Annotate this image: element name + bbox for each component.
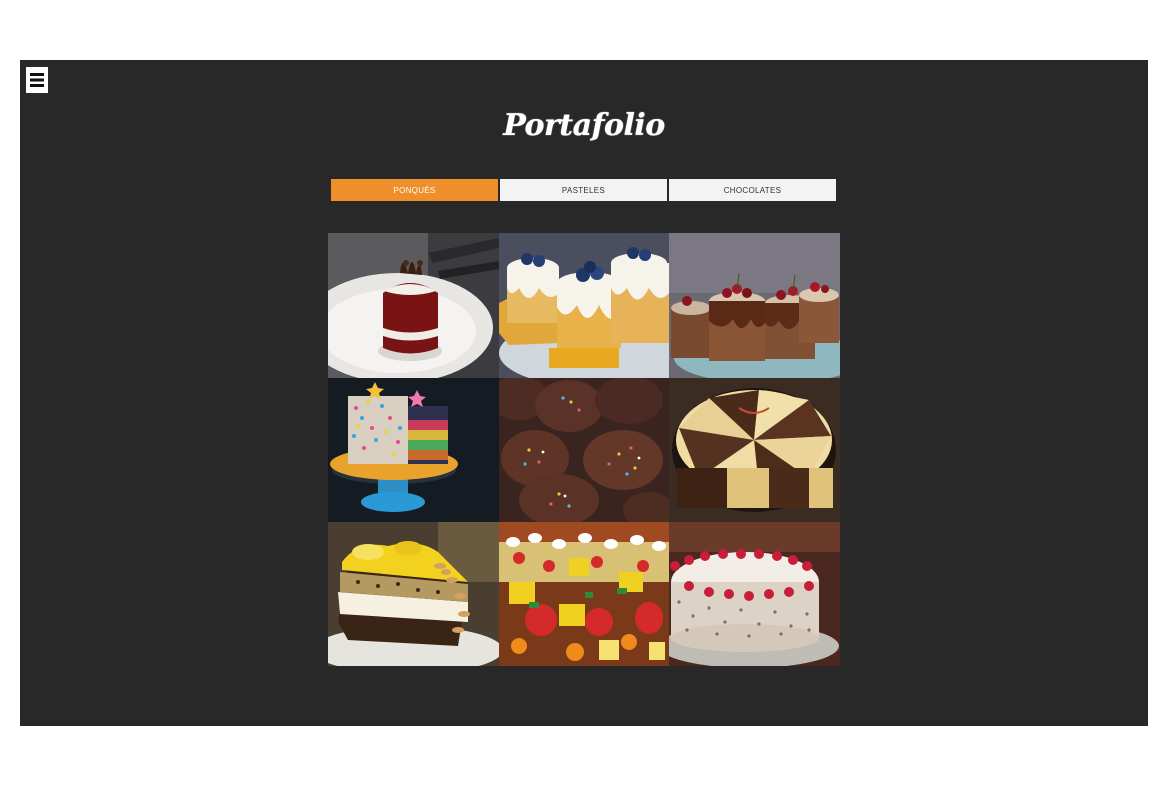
- gallery-item[interactable]: [328, 378, 499, 522]
- gallery-item[interactable]: [669, 522, 840, 666]
- hamburger-menu-button[interactable]: [26, 67, 48, 93]
- hamburger-menu-icon: [30, 73, 44, 87]
- tab-pasteles[interactable]: PASTELES: [500, 179, 667, 201]
- gallery-item[interactable]: [669, 233, 840, 378]
- gallery-item[interactable]: [499, 522, 669, 666]
- cheesecake-slices-photo: [669, 378, 840, 522]
- page-container: Portafolio PONQUÉS PASTELES CHOCOLATES: [20, 60, 1148, 726]
- gallery-item[interactable]: [328, 233, 499, 378]
- portfolio-gallery: [328, 233, 840, 666]
- blueberry-mini-cakes-photo: [499, 233, 669, 378]
- gallery-item[interactable]: [669, 378, 840, 522]
- fruit-petit-fours-photo: [499, 522, 669, 666]
- tab-ponques[interactable]: PONQUÉS: [331, 179, 498, 201]
- gallery-item[interactable]: [499, 233, 669, 378]
- raspberry-cream-cake-photo: [669, 522, 840, 666]
- red-velvet-cupcake-photo: [328, 233, 499, 378]
- rainbow-sprinkle-cake-photo: [328, 378, 499, 522]
- tab-chocolates[interactable]: CHOCOLATES: [669, 179, 836, 201]
- gallery-item[interactable]: [499, 378, 669, 522]
- lemon-almond-cake-slice-photo: [328, 522, 499, 666]
- cherry-chocolate-mini-cakes-photo: [669, 233, 840, 378]
- gallery-item[interactable]: [328, 522, 499, 666]
- category-tabs: PONQUÉS PASTELES CHOCOLATES: [331, 179, 836, 201]
- chocolate-cupcakes-sprinkles-photo: [499, 378, 669, 522]
- page-title: Portafolio: [503, 108, 665, 143]
